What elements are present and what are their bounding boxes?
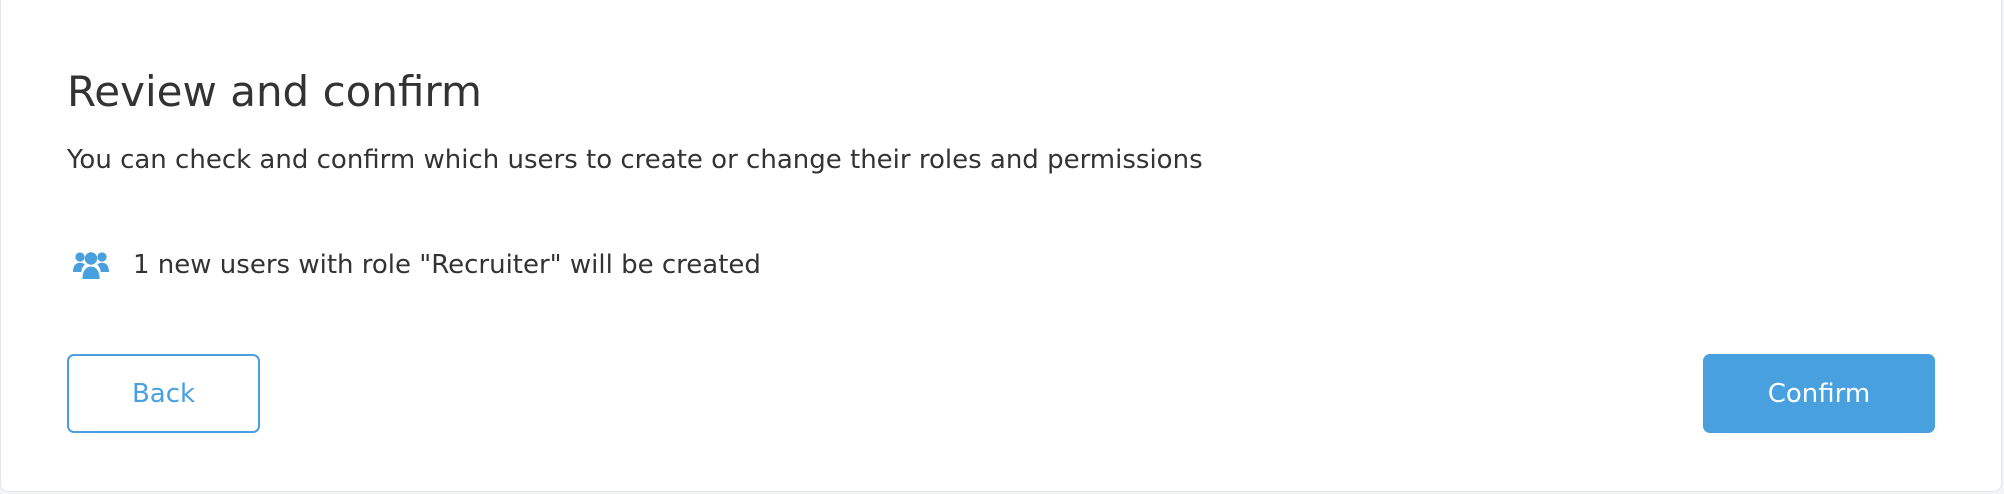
review-confirm-card: Review and confirm You can check and con… <box>0 0 2002 492</box>
summary-item: 1 new users with role "Recruiter" will b… <box>71 245 761 285</box>
page-title: Review and confirm <box>67 67 482 116</box>
confirm-button[interactable]: Confirm <box>1703 354 1935 433</box>
page-subtitle: You can check and confirm which users to… <box>67 145 1203 175</box>
summary-text: 1 new users with role "Recruiter" will b… <box>133 250 761 280</box>
back-button[interactable]: Back <box>67 354 260 433</box>
users-icon <box>71 245 111 285</box>
